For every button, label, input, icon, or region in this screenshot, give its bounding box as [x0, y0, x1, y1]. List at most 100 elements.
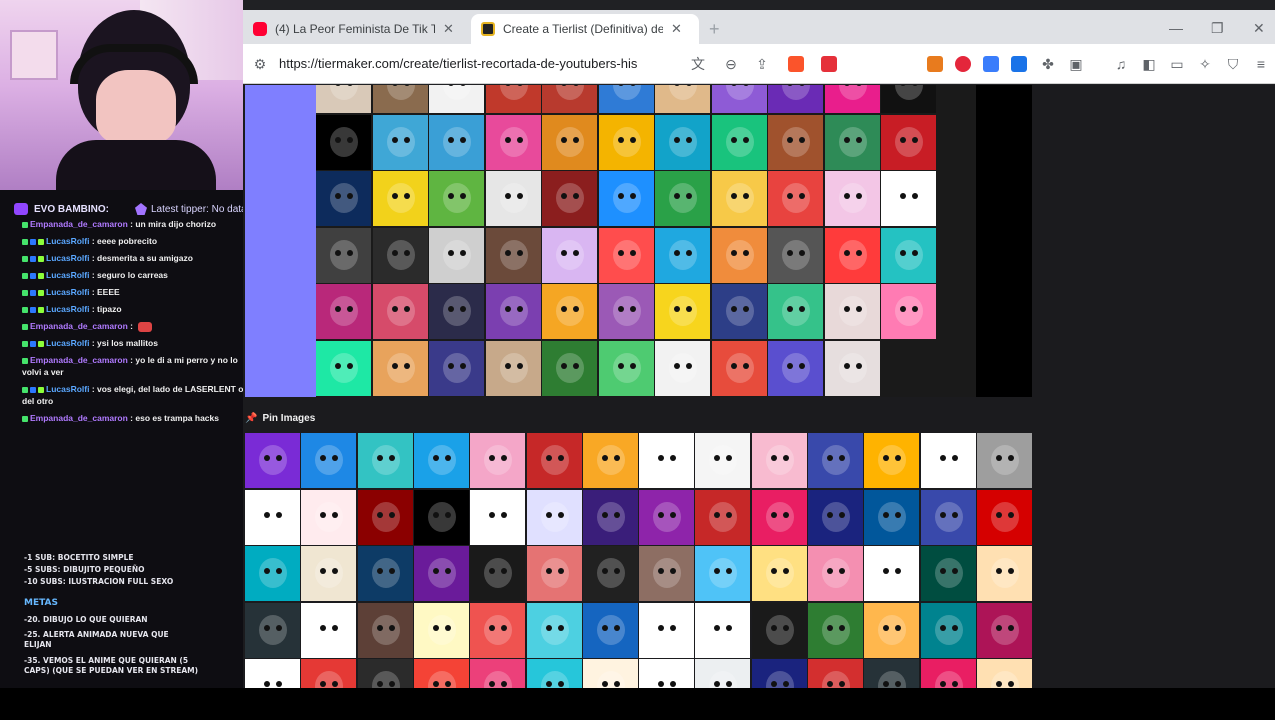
unranked-image[interactable]	[808, 546, 863, 601]
unranked-image[interactable]	[976, 659, 1032, 688]
tier-image[interactable]	[881, 114, 936, 170]
unranked-image[interactable]	[976, 602, 1032, 658]
tier-image[interactable]	[881, 85, 936, 113]
unranked-image[interactable]	[526, 433, 582, 488]
unranked-image[interactable]	[470, 433, 526, 488]
tier-image[interactable]	[768, 227, 823, 283]
tier-image[interactable]	[372, 227, 428, 283]
unranked-image[interactable]	[864, 659, 920, 688]
unranked-image[interactable]	[413, 489, 469, 545]
unranked-image[interactable]	[639, 489, 695, 545]
tier-image[interactable]	[316, 171, 371, 226]
tier-image[interactable]	[542, 85, 597, 113]
chat-username[interactable]: LucasRolfi	[46, 384, 89, 394]
unranked-image[interactable]	[301, 659, 357, 688]
unranked-image[interactable]	[864, 489, 920, 545]
tier-image[interactable]	[655, 114, 710, 170]
tier-image[interactable]	[824, 114, 880, 170]
chat-username[interactable]: LucasRolfi	[46, 253, 89, 263]
unranked-image[interactable]	[751, 433, 807, 488]
tier-image[interactable]	[372, 284, 428, 339]
unranked-image[interactable]	[864, 602, 920, 658]
unranked-image[interactable]	[526, 602, 582, 658]
unranked-image[interactable]	[808, 433, 863, 488]
tier-image[interactable]	[655, 171, 710, 226]
new-tab-button[interactable]: +	[709, 19, 720, 40]
unranked-image[interactable]	[357, 546, 413, 601]
tier-image[interactable]	[824, 171, 880, 226]
unranked-image[interactable]	[582, 433, 638, 488]
unranked-image[interactable]	[413, 546, 469, 601]
tier-image[interactable]	[768, 171, 823, 226]
brave-rewards-icon[interactable]	[821, 56, 837, 72]
unranked-image[interactable]	[976, 489, 1032, 545]
tier-image[interactable]	[711, 227, 767, 283]
chat-username[interactable]: Empanada_de_camaron	[30, 355, 128, 365]
sidebar-icon[interactable]: ◧	[1141, 56, 1157, 72]
unranked-image[interactable]	[301, 602, 357, 658]
brave-shields-icon[interactable]	[788, 56, 804, 72]
unranked-image[interactable]	[357, 602, 413, 658]
tier-image[interactable]	[542, 171, 597, 226]
unranked-image[interactable]	[976, 433, 1032, 488]
unranked-image[interactable]	[582, 602, 638, 658]
close-tab-icon[interactable]: ✕	[443, 21, 454, 37]
leo-icon[interactable]: ✧	[1197, 56, 1213, 72]
unranked-image[interactable]	[920, 659, 976, 688]
minimize-icon[interactable]: —	[1169, 20, 1183, 36]
chat-username[interactable]: LucasRolfi	[46, 304, 89, 314]
unranked-image[interactable]	[808, 659, 863, 688]
unranked-image[interactable]	[245, 546, 300, 601]
tier-image[interactable]	[655, 85, 710, 113]
tier-image[interactable]	[655, 284, 710, 339]
unranked-image[interactable]	[357, 433, 413, 488]
unranked-image[interactable]	[526, 659, 582, 688]
vpn-icon[interactable]: ⛉	[1225, 56, 1241, 72]
tier-image[interactable]	[485, 340, 541, 396]
tier-image[interactable]	[372, 171, 428, 226]
unranked-image[interactable]	[470, 489, 526, 545]
unranked-image[interactable]	[751, 602, 807, 658]
tier-image[interactable]	[542, 114, 597, 170]
pin-images-toggle[interactable]: 📌 Pin Images	[245, 411, 315, 425]
tier-image[interactable]	[429, 171, 484, 226]
tier-image[interactable]	[768, 85, 823, 113]
tier-image[interactable]	[542, 340, 597, 396]
unranked-image[interactable]	[301, 546, 357, 601]
tier-image[interactable]	[316, 227, 371, 283]
menu-icon[interactable]: ≡	[1253, 56, 1269, 72]
tier-image[interactable]	[768, 340, 823, 396]
unranked-image[interactable]	[639, 433, 695, 488]
media-icon[interactable]: ♫	[1113, 56, 1129, 72]
tier-image[interactable]	[824, 85, 880, 113]
tier-image[interactable]	[316, 114, 371, 170]
unranked-image[interactable]	[245, 489, 300, 545]
tier-image[interactable]	[316, 284, 371, 339]
tier-image[interactable]	[429, 340, 484, 396]
tier-image[interactable]	[824, 340, 880, 396]
unranked-image[interactable]	[413, 433, 469, 488]
unranked-image[interactable]	[920, 602, 976, 658]
unranked-image[interactable]	[751, 546, 807, 601]
unranked-image[interactable]	[808, 602, 863, 658]
unranked-image[interactable]	[582, 659, 638, 688]
unranked-image[interactable]	[582, 546, 638, 601]
wallet-icon[interactable]: ▭	[1169, 56, 1185, 72]
unranked-image[interactable]	[413, 602, 469, 658]
tier-image[interactable]	[429, 284, 484, 339]
tier-image[interactable]	[711, 85, 767, 113]
unranked-image[interactable]	[245, 659, 300, 688]
chat-username[interactable]: Empanada_de_camaron	[30, 219, 128, 229]
tier-image[interactable]	[824, 227, 880, 283]
tier-image[interactable]	[372, 340, 428, 396]
url-field[interactable]: https://tiermaker.com/create/tierlist-re…	[279, 52, 637, 76]
unranked-image[interactable]	[695, 659, 751, 688]
unranked-image[interactable]	[582, 489, 638, 545]
screenshot-icon[interactable]: ▣	[1068, 56, 1084, 72]
chat-username[interactable]: Empanada_de_camaron	[30, 413, 128, 423]
unranked-image[interactable]	[808, 489, 863, 545]
share-icon[interactable]: ⇪	[754, 56, 770, 72]
tier-image[interactable]	[711, 171, 767, 226]
chat-username[interactable]: LucasRolfi	[46, 338, 89, 348]
unranked-image[interactable]	[864, 546, 920, 601]
